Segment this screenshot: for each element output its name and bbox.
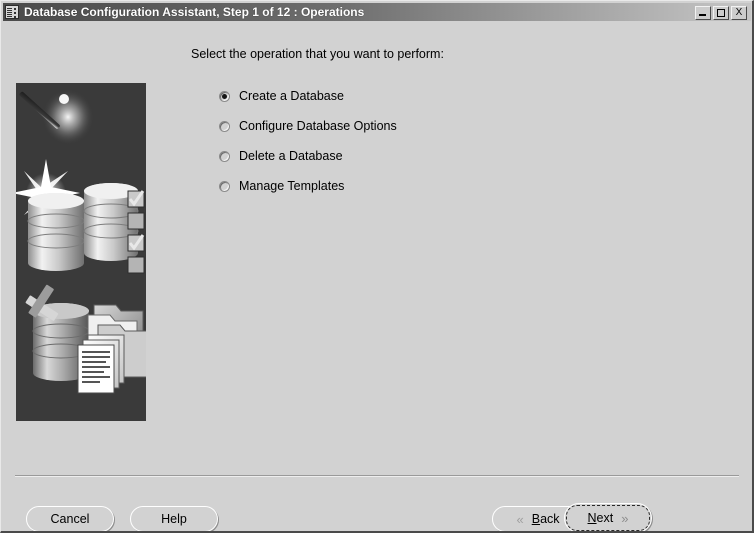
close-button[interactable]: X [731,6,747,20]
back-label-rest: ack [540,512,560,526]
next-button[interactable]: Next » [564,503,652,531]
client-area: Select the operation that you want to pe… [3,23,751,531]
button-bar: Cancel Help « Back Next » [3,485,751,531]
database-icon [5,5,19,19]
radio-label-delete-a-database: Delete a Database [239,149,343,163]
window-title: Database Configuration Assistant, Step 1… [24,5,365,19]
help-button-label: Help [161,512,187,526]
close-icon: X [735,7,743,18]
next-button-label: Next [588,511,614,525]
radio-option-manage-templates[interactable]: Manage Templates [219,171,739,201]
radio-option-create-a-database[interactable]: Create a Database [219,81,739,111]
title-bar[interactable]: Database Configuration Assistant, Step 1… [3,3,751,21]
radio-label-configure-database-options: Configure Database Options [239,119,397,133]
help-button[interactable]: Help [130,506,218,531]
main-pane: Select the operation that you want to pe… [191,47,739,201]
dialog-window: Database Configuration Assistant, Step 1… [0,0,754,533]
next-accel-key: N [587,511,597,525]
radio-icon-create-a-database[interactable] [219,90,230,102]
next-label-rest: ext [596,511,614,525]
wizard-illustration [16,83,146,421]
maximize-button[interactable] [713,6,729,20]
cancel-button[interactable]: Cancel [26,506,114,531]
radio-label-create-a-database: Create a Database [239,89,344,103]
back-button-label: Back [532,512,560,526]
page-title: Select the operation that you want to pe… [191,47,444,61]
chevron-left-icon: « [516,511,524,527]
back-accel-key: B [531,512,541,526]
chevron-right-icon: » [621,510,629,526]
radio-option-configure-database-options[interactable]: Configure Database Options [219,111,739,141]
separator [15,475,739,477]
radio-icon-manage-templates[interactable] [219,180,230,192]
radio-icon-delete-a-database[interactable] [219,150,230,162]
cancel-button-label: Cancel [50,512,90,526]
radio-icon-configure-database-options[interactable] [219,120,230,132]
radio-option-delete-a-database[interactable]: Delete a Database [219,141,739,171]
database-cylinder-left [27,193,85,271]
radio-label-manage-templates: Manage Templates [239,179,345,193]
minimize-button[interactable] [695,6,711,20]
window-controls: X [695,6,747,20]
